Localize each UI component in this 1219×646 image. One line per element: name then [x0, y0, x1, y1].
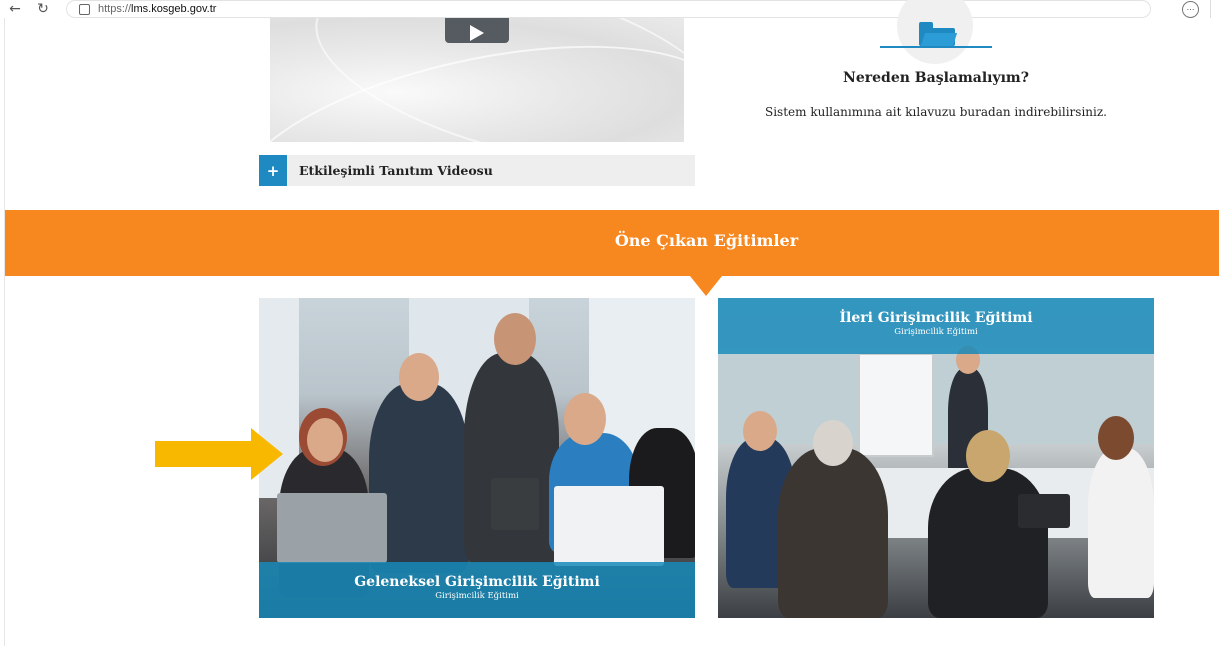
window-strip [718, 354, 1154, 444]
url-scheme: https:// [98, 3, 132, 15]
person-hair [966, 430, 1010, 482]
play-button[interactable] [445, 18, 509, 43]
tablet [491, 478, 539, 530]
browser-toolbar: ← ↻ https://lms.kosgeb.gov.tr ⋯ [0, 0, 1219, 18]
person-seated-vest [778, 448, 888, 618]
laptop-left [277, 493, 387, 563]
featured-section-title: Öne Çıkan Eğitimler [614, 231, 799, 250]
person-man-standing [464, 353, 559, 563]
address-bar[interactable]: https://lms.kosgeb.gov.tr [66, 0, 1151, 18]
back-arrow-icon[interactable]: ← [6, 0, 24, 18]
featured-header-pointer [690, 276, 722, 296]
intro-video-toggle-label: Etkileşimli Tanıtım Videosu [299, 163, 493, 178]
laptop-right [554, 486, 664, 566]
course-card-geleneksel[interactable]: Geleneksel Girişimcilik Eğitimi Girişimc… [259, 298, 695, 618]
play-icon [470, 24, 484, 41]
person-face [564, 393, 606, 445]
person-blonde [928, 468, 1048, 618]
folder-icon[interactable] [880, 0, 992, 64]
person-face [399, 353, 439, 401]
toolbar-edge [1210, 0, 1219, 18]
person-face [307, 418, 343, 462]
more-options-icon[interactable]: ⋯ [1182, 1, 1199, 18]
start-guide-description: Sistem kullanımına ait kılavuzu buradan … [765, 105, 1107, 119]
course-caption: İleri Girişimcilik Eğitimi Girişimcilik … [718, 298, 1154, 354]
intro-video-toggle[interactable]: + Etkileşimli Tanıtım Videosu [259, 155, 695, 186]
intro-video-thumbnail[interactable] [270, 18, 684, 142]
person-gray-hair [813, 420, 853, 466]
featured-section-header: Öne Çıkan Eğitimler [5, 210, 1219, 276]
annotation-arrow-icon [155, 441, 253, 467]
person-right-woman [1088, 448, 1154, 598]
course-caption: Geleneksel Girişimcilik Eğitimi Girişimc… [259, 562, 695, 618]
course-subtitle: Girişimcilik Eğitimi [435, 591, 519, 601]
course-title[interactable]: Geleneksel Girişimcilik Eğitimi [259, 574, 695, 590]
annotation-arrowhead [251, 428, 283, 480]
course-subtitle: Girişimcilik Eğitimi [894, 327, 978, 337]
url-host: lms.kosgeb.gov.tr [131, 3, 217, 15]
flipchart [858, 353, 934, 457]
person-face [494, 313, 536, 365]
course-title[interactable]: İleri Girişimcilik Eğitimi [718, 310, 1154, 326]
site-info-icon[interactable] [79, 3, 90, 15]
plus-icon[interactable]: + [259, 155, 287, 186]
person-face [743, 411, 777, 451]
course-card-ileri[interactable]: İleri Girişimcilik Eğitimi Girişimcilik … [718, 298, 1154, 618]
folder-shape [919, 22, 955, 46]
start-guide-title[interactable]: Nereden Başlamalıyım? [780, 70, 1092, 86]
reload-icon[interactable]: ↻ [34, 0, 52, 18]
person-hair [1098, 416, 1134, 460]
laptop [1018, 494, 1070, 528]
folder-underline [880, 46, 992, 48]
page-border [4, 18, 5, 646]
